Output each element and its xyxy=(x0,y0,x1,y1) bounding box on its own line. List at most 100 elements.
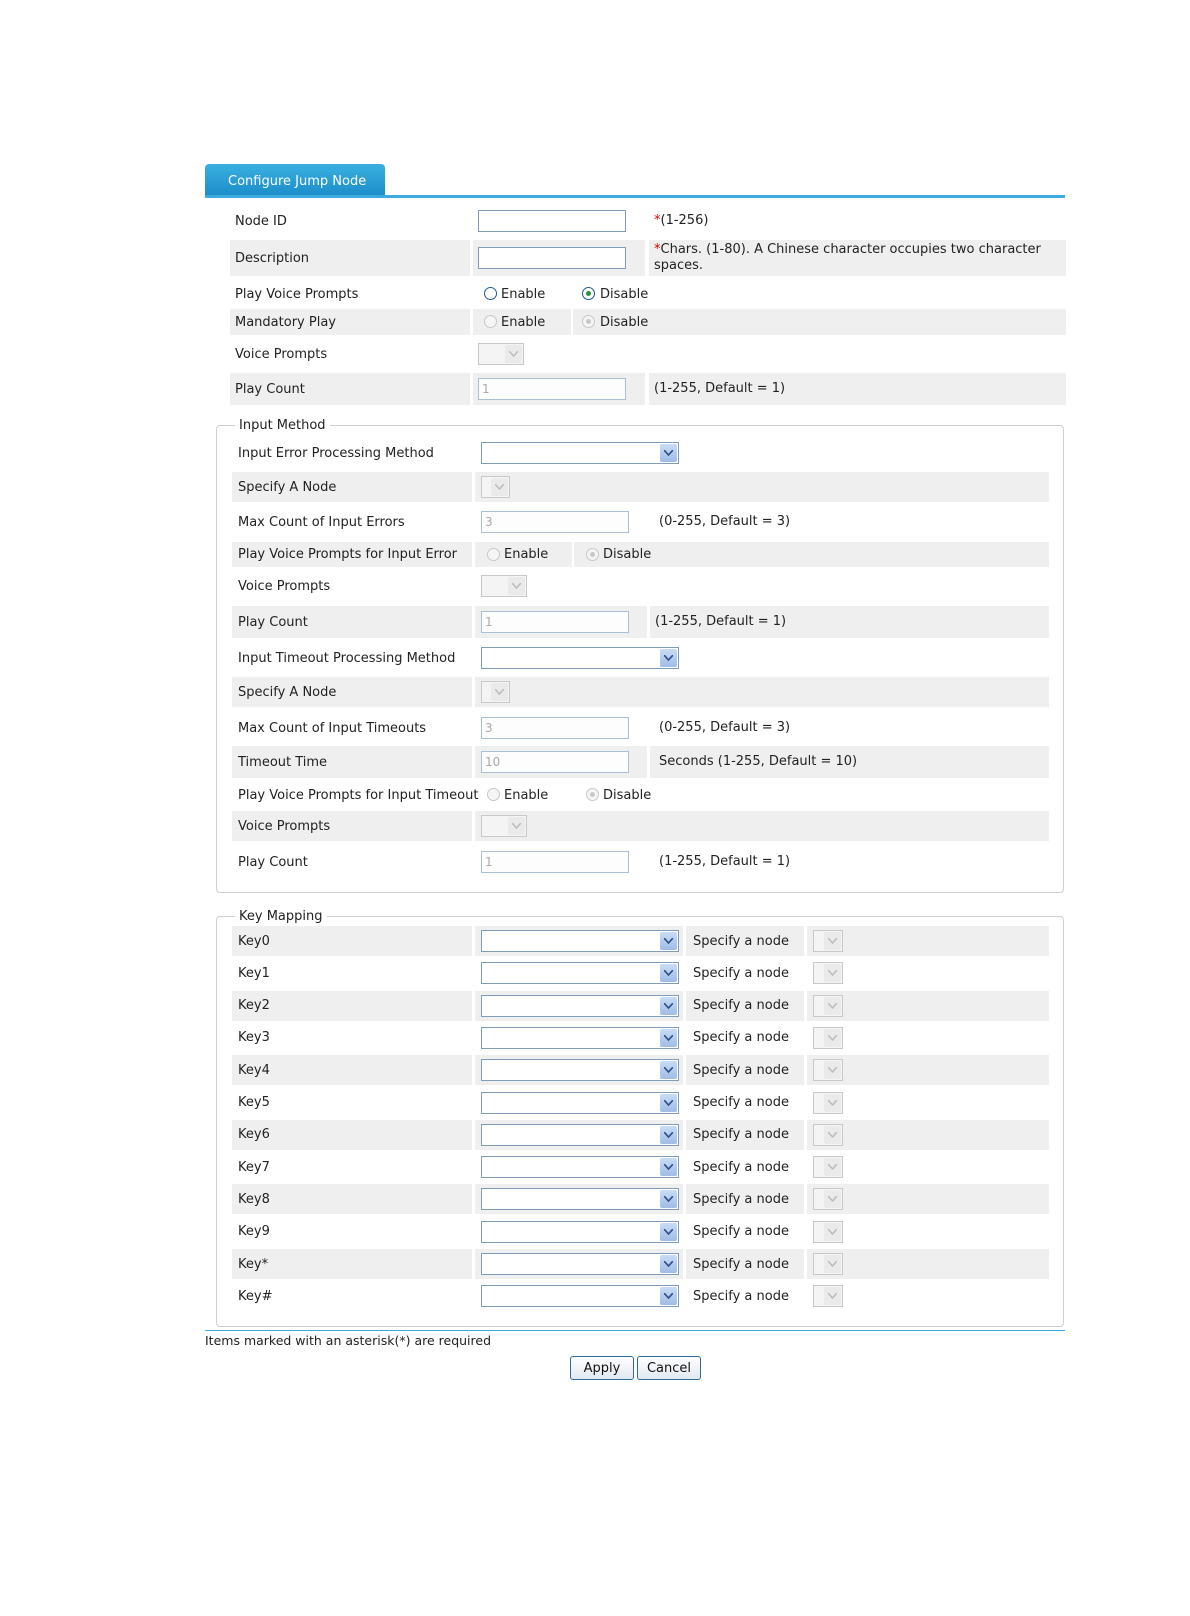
key-node-select[interactable] xyxy=(813,1026,843,1049)
key-node-select[interactable] xyxy=(813,1188,843,1211)
max-input-errors-label: Max Count of Input Errors xyxy=(238,514,405,530)
key-mapping-row: Key3 Specify a node xyxy=(0,1023,1190,1053)
play-count-label: Play Count xyxy=(235,381,305,397)
key-node-select[interactable] xyxy=(813,1220,843,1243)
mandatory-play-disable-radio[interactable] xyxy=(582,315,595,328)
play-count-timeout-hint: (1-255, Default = 1) xyxy=(659,854,791,869)
disable-label: Disable xyxy=(600,314,649,330)
play-voice-input-timeout-label: Play Voice Prompts for Input Timeout xyxy=(238,787,479,803)
key-node-select[interactable] xyxy=(813,1156,843,1179)
play-count-error-input[interactable]: 1 xyxy=(481,611,629,633)
description-input[interactable] xyxy=(478,247,626,269)
max-input-timeouts-input[interactable]: 3 xyxy=(481,717,629,739)
specify-a-node-label: Specify a node xyxy=(693,1095,789,1110)
play-timeout-enable-radio[interactable] xyxy=(487,788,500,801)
play-error-enable-radio[interactable] xyxy=(487,547,500,561)
play-voice-prompts-enable-radio[interactable] xyxy=(484,287,497,300)
row-play-count-timeout: Play Count 1 (1-255, Default = 1) xyxy=(0,846,1190,878)
chevron-down-icon xyxy=(505,345,522,363)
key-node-select[interactable] xyxy=(813,930,843,952)
chevron-down-icon xyxy=(660,1061,677,1080)
key-mapping-row: Key# Specify a node xyxy=(0,1281,1190,1311)
key-action-select[interactable] xyxy=(481,1285,679,1308)
voice-prompts-label: Voice Prompts xyxy=(238,578,331,594)
chevron-down-icon xyxy=(660,1093,677,1112)
tab-configure-jump-node[interactable]: Configure Jump Node xyxy=(205,164,385,197)
chevron-down-icon xyxy=(660,932,677,950)
key-node-select[interactable] xyxy=(813,994,843,1017)
node-id-input[interactable] xyxy=(478,210,626,232)
chevron-down-icon xyxy=(660,964,677,983)
chevron-down-icon xyxy=(824,1158,841,1177)
key-label: Key9 xyxy=(238,1224,270,1240)
row-description: Description *Chars. (1-80). A Chinese ch… xyxy=(0,240,1190,276)
chevron-down-icon xyxy=(660,1190,677,1209)
input-method-legend: Input Method xyxy=(235,418,330,433)
key-node-select[interactable] xyxy=(813,962,843,985)
play-count-timeout-input[interactable]: 1 xyxy=(481,851,629,873)
key-node-select[interactable] xyxy=(813,1091,843,1114)
play-voice-input-error-label: Play Voice Prompts for Input Error xyxy=(238,547,458,562)
row-play-voice-input-error: Play Voice Prompts for Input Error Enabl… xyxy=(0,542,1190,567)
key-action-select[interactable] xyxy=(481,1026,679,1049)
max-input-errors-input[interactable]: 3 xyxy=(481,511,629,533)
max-input-timeouts-hint: (0-255, Default = 3) xyxy=(659,720,791,735)
key-mapping-row: Key7 Specify a node xyxy=(0,1152,1190,1182)
input-timeout-method-select[interactable] xyxy=(481,647,679,669)
specify-a-node-label: Specify a node xyxy=(693,1191,789,1207)
chevron-down-icon xyxy=(824,1028,841,1047)
mandatory-play-enable-radio[interactable] xyxy=(484,315,497,328)
voice-prompts-error-select[interactable] xyxy=(481,575,527,597)
disable-label: Disable xyxy=(603,547,652,562)
chevron-down-icon xyxy=(824,1061,841,1080)
key-action-select[interactable] xyxy=(481,994,679,1017)
row-play-count: Play Count 1 (1-255, Default = 1) xyxy=(0,373,1190,405)
key-action-select[interactable] xyxy=(481,1059,679,1082)
specify-a-node-label: Specify a node xyxy=(693,1224,789,1240)
specify-node-select[interactable] xyxy=(481,476,510,498)
timeout-time-label: Timeout Time xyxy=(238,754,328,770)
key-node-select[interactable] xyxy=(813,1253,843,1275)
key-action-select[interactable] xyxy=(481,1253,679,1275)
row-max-input-timeouts: Max Count of Input Timeouts 3 (0-255, De… xyxy=(0,712,1190,744)
cancel-button[interactable]: Cancel xyxy=(637,1356,701,1380)
apply-button[interactable]: Apply xyxy=(570,1356,634,1380)
chevron-down-icon xyxy=(824,1255,841,1273)
key-mapping-row: Key4 Specify a node xyxy=(0,1055,1190,1086)
play-error-disable-radio[interactable] xyxy=(586,547,599,561)
key-action-select[interactable] xyxy=(481,962,679,985)
key-label: Key4 xyxy=(238,1062,270,1078)
chevron-down-icon xyxy=(660,1125,677,1144)
key-node-select[interactable] xyxy=(813,1285,843,1308)
key-action-select[interactable] xyxy=(481,1188,679,1211)
key-mapping-row: Key1 Specify a node xyxy=(0,958,1190,988)
play-count-label: Play Count xyxy=(238,614,308,630)
key-mapping-row: Key9 Specify a node xyxy=(0,1217,1190,1247)
chevron-down-icon xyxy=(824,1093,841,1112)
play-count-input[interactable]: 1 xyxy=(478,378,626,400)
voice-prompts-timeout-select[interactable] xyxy=(481,815,527,837)
specify-a-node-label: Specify a node xyxy=(693,933,789,949)
specify-node-label: Specify A Node xyxy=(238,684,337,700)
chevron-down-icon xyxy=(660,1028,677,1047)
mandatory-play-label: Mandatory Play xyxy=(235,314,336,330)
key-action-select[interactable] xyxy=(481,1123,679,1146)
input-error-method-select[interactable] xyxy=(481,442,679,464)
specify-node-2-select[interactable] xyxy=(481,681,510,703)
row-input-timeout-method: Input Timeout Processing Method xyxy=(0,643,1190,673)
play-timeout-disable-radio[interactable] xyxy=(586,788,599,801)
key-node-select[interactable] xyxy=(813,1123,843,1146)
key-mapping-legend: Key Mapping xyxy=(235,909,327,924)
specify-a-node-label: Specify a node xyxy=(693,1062,789,1078)
specify-a-node-label: Specify a node xyxy=(693,965,789,981)
timeout-time-input[interactable]: 10 xyxy=(481,751,629,773)
voice-prompts-select[interactable] xyxy=(478,343,524,365)
description-label: Description xyxy=(235,250,310,266)
enable-label: Enable xyxy=(504,547,549,562)
key-action-select[interactable] xyxy=(481,1220,679,1243)
key-node-select[interactable] xyxy=(813,1059,843,1082)
key-action-select[interactable] xyxy=(481,930,679,952)
key-action-select[interactable] xyxy=(481,1156,679,1179)
play-voice-prompts-disable-radio[interactable] xyxy=(582,287,595,300)
key-action-select[interactable] xyxy=(481,1091,679,1114)
